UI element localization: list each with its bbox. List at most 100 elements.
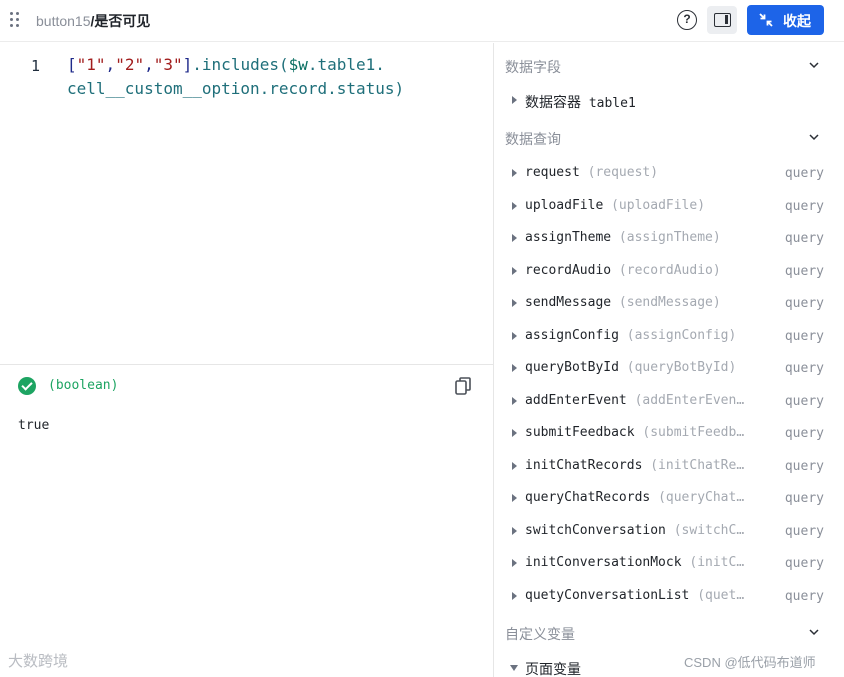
code-path: .table1.	[307, 55, 385, 74]
toggle-panel-button[interactable]	[707, 6, 737, 34]
caret-right-icon[interactable]	[512, 461, 517, 470]
query-name: quetyConversationList	[525, 587, 690, 603]
result-panel: (boolean) true	[0, 364, 493, 677]
query-alias: (initChatRe…	[650, 457, 745, 473]
code-comma-2: ,	[144, 55, 154, 74]
chevron-down-icon[interactable]	[809, 60, 819, 70]
query-name: assignTheme	[525, 230, 612, 245]
code-call: .includes(	[192, 55, 289, 74]
query-type-tag: query	[784, 556, 824, 571]
query-alias: (initC…	[689, 555, 745, 570]
query-alias: (quet…	[697, 587, 745, 603]
query-alias: (assignConfig)	[626, 327, 737, 343]
caret-right-icon[interactable]	[512, 396, 517, 405]
query-type-tag: query	[784, 198, 824, 214]
caret-right-icon[interactable]	[512, 299, 517, 307]
query-alias: (queryBotById)	[626, 360, 737, 375]
query-name: initChatRecords	[525, 457, 643, 473]
query-name: submitFeedback	[525, 425, 635, 440]
query-name: switchConversation	[525, 522, 666, 538]
chevron-down-icon[interactable]	[809, 627, 819, 637]
caret-right-icon[interactable]	[512, 494, 517, 502]
query-type-tag: query	[784, 393, 824, 409]
caret-right-icon[interactable]	[512, 169, 517, 177]
side-panel-icon	[714, 13, 731, 27]
query-item[interactable]: recordAudio (recordAudio) query	[494, 260, 844, 284]
code-editor[interactable]: 1 ["1","2","3"].includes($w.table1. cell…	[0, 43, 493, 363]
copy-icon[interactable]	[455, 377, 471, 395]
query-name: queryBotById	[525, 360, 619, 375]
query-alias: (sendMessage)	[618, 295, 721, 310]
query-type-tag: query	[784, 426, 824, 441]
success-check-icon	[18, 377, 36, 395]
query-alias: (request)	[587, 165, 659, 180]
data-container-value: table1	[588, 96, 636, 111]
query-type-tag: query	[784, 458, 824, 474]
caret-right-icon[interactable]	[512, 331, 517, 340]
query-type-tag: query	[784, 328, 824, 344]
query-item[interactable]: uploadFile (uploadFile) query	[494, 195, 844, 219]
caret-right-icon[interactable]	[512, 559, 517, 567]
caret-right-icon[interactable]	[512, 429, 517, 437]
drag-handle-icon[interactable]	[10, 12, 22, 30]
query-type-tag: query	[784, 231, 824, 246]
minimize-arrows-icon	[759, 13, 773, 27]
code-bracket-open: [	[67, 55, 77, 74]
query-type-tag: query	[784, 491, 824, 506]
section-header-queries[interactable]: 数据查询	[505, 129, 561, 149]
query-type-tag: query	[784, 166, 824, 181]
data-container-label: 数据容器	[525, 95, 581, 111]
query-alias: (recordAudio)	[618, 262, 721, 278]
query-name: addEnterEvent	[525, 392, 627, 408]
page-vars-label: 页面变量	[525, 662, 581, 677]
caret-right-icon[interactable]	[512, 96, 517, 104]
query-item[interactable]: initConversationMock (initC… query	[494, 552, 844, 576]
caret-right-icon[interactable]	[512, 364, 517, 372]
code-string-1: "1"	[76, 55, 106, 74]
caret-right-icon[interactable]	[512, 526, 517, 535]
breadcrumb-current: 是否可见	[94, 13, 151, 29]
collapse-button[interactable]: 收起	[747, 5, 824, 35]
query-item[interactable]: assignConfig (assignConfig) query	[494, 325, 844, 349]
section-header-custom-vars[interactable]: 自定义变量	[505, 624, 575, 644]
caret-right-icon[interactable]	[512, 234, 517, 242]
query-item[interactable]: queryChatRecords (queryChat… query	[494, 487, 844, 511]
query-type-tag: query	[784, 361, 824, 376]
query-item[interactable]: addEnterEvent (addEnterEven… query	[494, 390, 844, 414]
query-item[interactable]: sendMessage (sendMessage) query	[494, 292, 844, 316]
query-item[interactable]: quetyConversationList (quet… query	[494, 585, 844, 609]
query-type-tag: query	[784, 296, 824, 311]
code-line-2: cell__custom__option.record.status)	[67, 79, 405, 98]
query-alias: (uploadFile)	[611, 197, 706, 213]
query-item[interactable]: request (request) query	[494, 162, 844, 186]
caret-right-icon[interactable]	[512, 201, 517, 210]
query-type-tag: query	[784, 523, 824, 539]
line-number: 1	[31, 57, 41, 75]
code-variable: $w	[288, 55, 308, 74]
query-item[interactable]: initChatRecords (initChatRe… query	[494, 455, 844, 479]
query-name: queryChatRecords	[525, 490, 651, 505]
query-item[interactable]: submitFeedback (submitFeedb… query	[494, 422, 844, 446]
tree-item-data-container[interactable]: 数据容器 table1	[494, 89, 844, 113]
query-name: assignConfig	[525, 327, 619, 343]
query-name: uploadFile	[525, 197, 604, 213]
query-type-tag: query	[784, 588, 824, 604]
query-item[interactable]: queryBotById (queryBotById) query	[494, 357, 844, 381]
query-alias: (queryChat…	[658, 490, 745, 505]
result-value: true	[18, 418, 50, 433]
caret-right-icon[interactable]	[512, 266, 517, 275]
breadcrumb: button15/是否可见	[36, 11, 150, 31]
editor-header: button15/是否可见 ? 收起	[0, 0, 844, 42]
query-item[interactable]: assignTheme (assignTheme) query	[494, 227, 844, 251]
chevron-down-icon[interactable]	[809, 132, 819, 142]
query-item[interactable]: switchConversation (switchC… query	[494, 520, 844, 544]
section-header-data-fields[interactable]: 数据字段	[505, 57, 561, 77]
help-icon[interactable]: ?	[677, 10, 697, 30]
code-expression[interactable]: ["1","2","3"].includes($w.table1. cell__…	[67, 53, 404, 101]
caret-down-icon[interactable]	[510, 665, 518, 671]
watermark-right: CSDN @低代码布道师	[684, 655, 816, 670]
caret-right-icon[interactable]	[512, 591, 517, 600]
query-alias: (assignTheme)	[618, 230, 721, 245]
query-name: sendMessage	[525, 295, 612, 310]
breadcrumb-parent[interactable]: button15	[36, 13, 91, 29]
